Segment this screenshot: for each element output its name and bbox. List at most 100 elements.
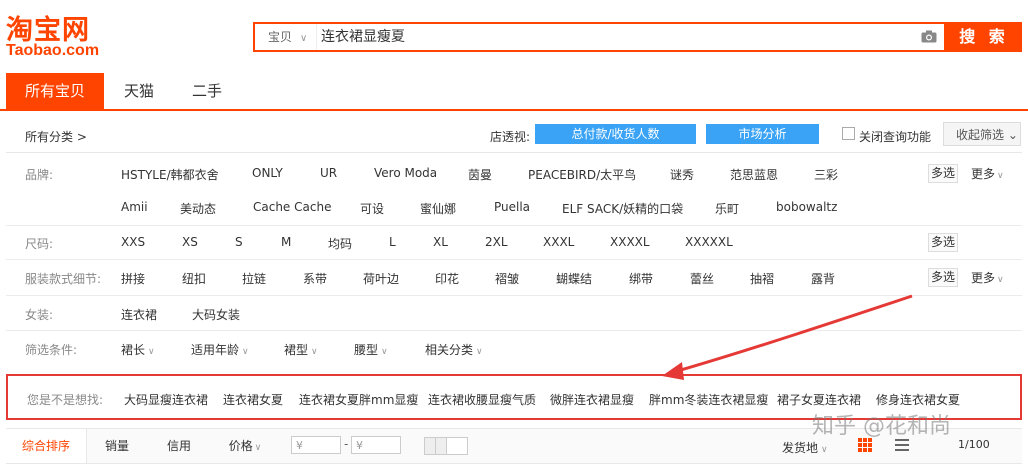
size-item[interactable]: S (235, 235, 243, 249)
page-indicator: 1/100 (958, 438, 990, 451)
detail-item[interactable]: 拼接 (121, 270, 145, 287)
brand-item[interactable]: Cache Cache (253, 200, 331, 214)
detail-item[interactable]: 印花 (435, 270, 459, 287)
detail-item[interactable]: 蝴蝶结 (556, 270, 592, 287)
brand-item[interactable]: 蜜仙娜 (420, 200, 456, 217)
brand-item[interactable]: 三彩 (814, 166, 838, 183)
brand-item[interactable]: Puella (494, 200, 530, 214)
detail-item[interactable]: 拉链 (242, 270, 266, 287)
brand-item[interactable]: UR (320, 166, 337, 180)
size-item[interactable]: L (389, 235, 396, 249)
dropdown-label: 裙型 (284, 343, 309, 357)
sort-comprehensive[interactable]: 综合排序 (6, 429, 87, 463)
size-item[interactable]: XXXXL (610, 235, 650, 249)
brand-more-label: 更多 (971, 167, 996, 181)
womens-item[interactable]: 大码女装 (192, 306, 240, 323)
size-item[interactable]: XXXXXL (685, 235, 733, 249)
chevron-down-icon: ∨ (242, 347, 249, 357)
womens-label: 女装: (25, 308, 54, 322)
divider (6, 259, 1022, 260)
suggestion-link[interactable]: 连衣裙收腰显瘦气质 (428, 391, 536, 408)
close-query-checkbox[interactable] (842, 127, 855, 140)
size-multi-select-button[interactable]: 多选 (928, 233, 958, 252)
suggestion-link[interactable]: 修身连衣裙女夏 (876, 391, 960, 408)
search-scope-select[interactable]: 宝贝 ∨ (255, 24, 317, 50)
suggestion-link[interactable]: 连衣裙女夏 (223, 391, 283, 408)
waist-type-dropdown[interactable]: 腰型 ∨ (354, 341, 388, 358)
style-detail-label: 服装款式细节: (25, 272, 102, 286)
size-item[interactable]: XXXL (543, 235, 574, 249)
search-input[interactable] (321, 24, 901, 50)
view-toggle-group[interactable] (424, 437, 468, 455)
brand-item[interactable]: ELF SACK/妖精的口袋 (562, 200, 683, 217)
brand-multi-select-button[interactable]: 多选 (928, 164, 958, 183)
detail-multi-select-button[interactable]: 多选 (928, 268, 958, 287)
detail-item[interactable]: 绑带 (629, 270, 653, 287)
sort-price[interactable]: 价格 ∨ (222, 429, 268, 463)
detail-item[interactable]: 荷叶边 (363, 270, 399, 287)
size-item[interactable]: XXS (121, 235, 145, 249)
brand-item[interactable]: bobowaltz (776, 200, 837, 214)
tab-secondhand[interactable]: 二手 (174, 73, 240, 109)
brand-item[interactable]: 美动态 (180, 200, 216, 217)
detail-item[interactable]: 抽褶 (750, 270, 774, 287)
skirt-type-dropdown[interactable]: 裙型 ∨ (284, 341, 318, 358)
brand-item[interactable]: PEACEBIRD/太平鸟 (528, 166, 636, 183)
market-analysis-button[interactable]: 市场分析 (706, 124, 819, 144)
brand-item[interactable]: 茵曼 (468, 166, 492, 183)
collapse-filter-button[interactable]: 收起筛选 ⌄ (943, 122, 1021, 146)
breadcrumb[interactable]: 所有分类 > (25, 128, 87, 145)
tabs-underline (0, 109, 1028, 111)
brand-item[interactable]: Amii (121, 200, 148, 214)
chevron-down-icon: ∨ (997, 171, 1004, 181)
skirt-length-dropdown[interactable]: 裙长 ∨ (121, 341, 155, 358)
payment-buyers-button[interactable]: 总付款/收货人数 (535, 124, 696, 144)
brand-item[interactable]: 可设 (360, 200, 384, 217)
ship-from-dropdown[interactable]: 发货地 ∨ (782, 439, 828, 456)
did-you-mean-label: 您是不是想找: (27, 393, 104, 407)
detail-item[interactable]: 露背 (811, 270, 835, 287)
detail-item[interactable]: 纽扣 (182, 270, 206, 287)
search-box: 宝贝 ∨ (253, 22, 946, 52)
chevron-down-icon: ∨ (300, 33, 308, 44)
age-dropdown[interactable]: 适用年龄 ∨ (191, 341, 249, 358)
dropdown-label: 相关分类 (425, 343, 474, 357)
price-max-input[interactable]: ¥ (351, 436, 401, 454)
price-min-input[interactable]: ¥ (291, 436, 341, 454)
detail-more-button[interactable]: 更多 ∨ (971, 269, 1004, 286)
tab-tmall[interactable]: 天猫 (104, 73, 174, 109)
size-item[interactable]: XL (433, 235, 448, 249)
brand-item[interactable]: Vero Moda (374, 166, 437, 180)
related-category-dropdown[interactable]: 相关分类 ∨ (425, 341, 483, 358)
brand-item[interactable]: HSTYLE/韩都衣舍 (121, 166, 219, 183)
tab-all[interactable]: 所有宝贝 (6, 73, 104, 109)
brand-item[interactable]: 谜秀 (670, 166, 694, 183)
detail-item[interactable]: 褶皱 (495, 270, 519, 287)
search-button[interactable]: 搜 索 (946, 22, 1022, 52)
list-view-icon[interactable] (895, 439, 909, 451)
taobao-logo-en[interactable]: Taobao.com (6, 42, 99, 60)
size-item[interactable]: 2XL (485, 235, 508, 249)
grid-view-icon[interactable] (858, 438, 872, 452)
brand-item[interactable]: 乐町 (715, 200, 739, 217)
brand-item[interactable]: ONLY (252, 166, 283, 180)
size-item[interactable]: XS (182, 235, 198, 249)
suggestion-link[interactable]: 裙子女夏连衣裙 (777, 391, 861, 408)
brand-more-button[interactable]: 更多 ∨ (971, 165, 1004, 182)
dropdown-label: 适用年龄 (191, 343, 240, 357)
size-item[interactable]: M (281, 235, 291, 249)
detail-item[interactable]: 蕾丝 (690, 270, 714, 287)
womens-item[interactable]: 连衣裙 (121, 306, 157, 323)
camera-icon[interactable] (921, 30, 937, 43)
sort-credit[interactable]: 信用 (156, 429, 202, 463)
suggestion-link[interactable]: 微胖连衣裙显瘦 (550, 391, 634, 408)
detail-item[interactable]: 系带 (303, 270, 327, 287)
sort-sales[interactable]: 销量 (94, 429, 140, 463)
brand-item[interactable]: 范思蓝恩 (730, 166, 778, 183)
suggestion-link[interactable]: 大码显瘦连衣裙 (124, 391, 208, 408)
suggestion-link[interactable]: 连衣裙女夏胖mm显瘦 (299, 391, 418, 408)
suggestion-link[interactable]: 胖mm冬装连衣裙显瘦 (649, 391, 768, 408)
store-view-label: 店透视: (490, 130, 531, 144)
size-item[interactable]: 均码 (328, 235, 352, 252)
chevron-down-icon: ∨ (311, 347, 318, 357)
